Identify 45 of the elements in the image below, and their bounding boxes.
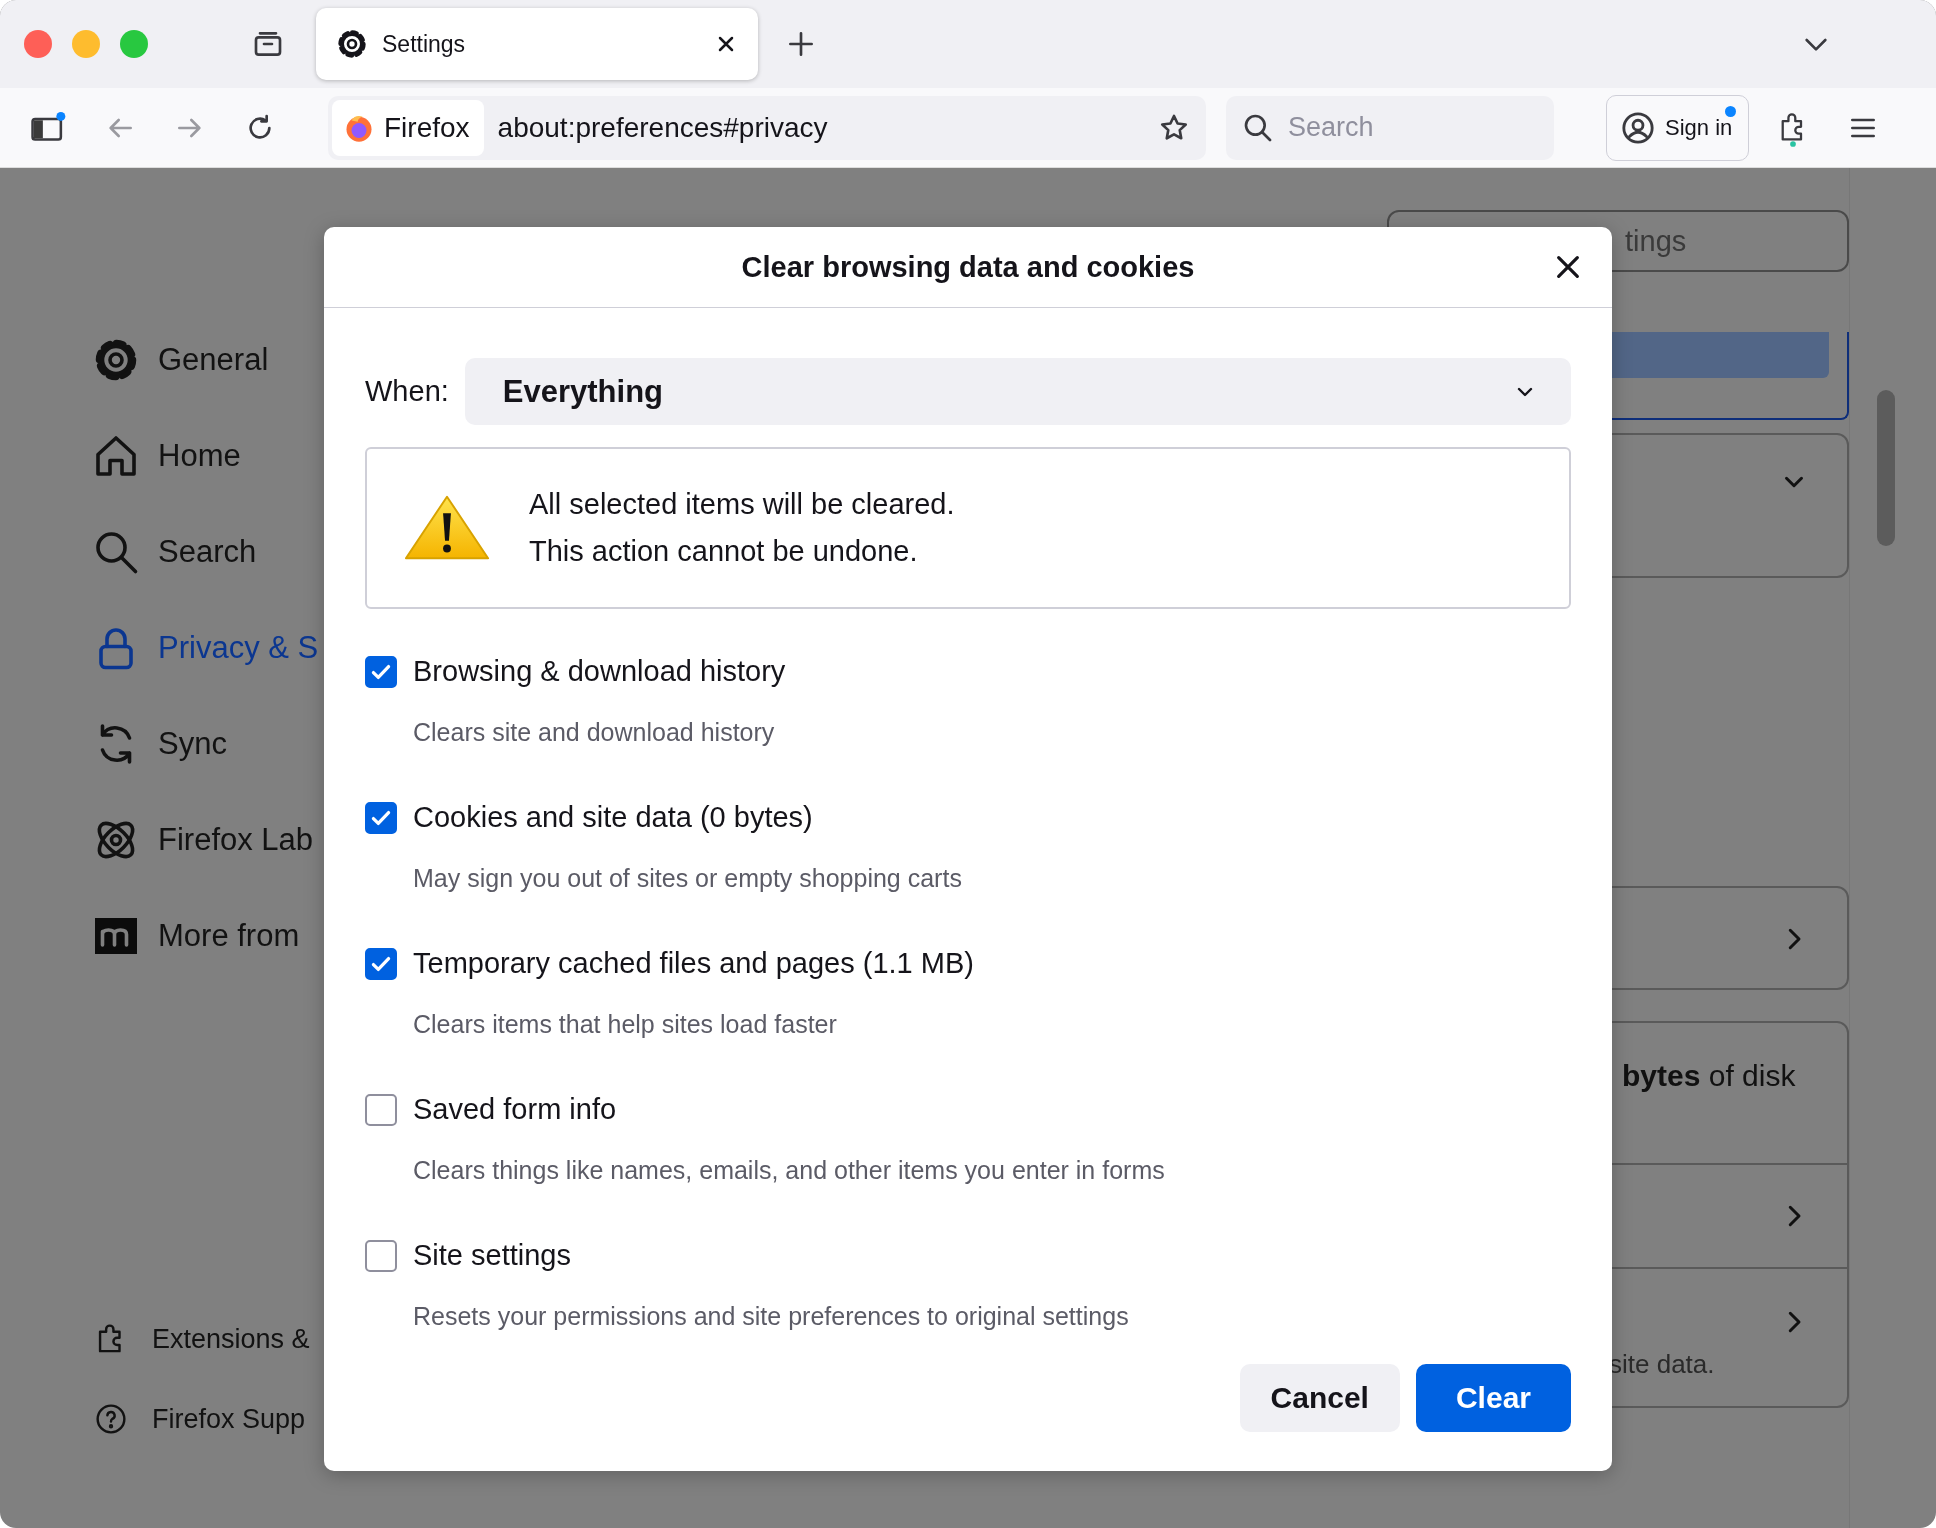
- identity-label: Firefox: [384, 111, 470, 144]
- sidebar-item[interactable]: Search: [0, 504, 324, 600]
- url-text: about:preferences#privacy: [497, 111, 829, 144]
- option-label[interactable]: Cookies and site data (0 bytes): [413, 801, 813, 834]
- sidebar-link[interactable]: Extensions &: [0, 1322, 324, 1356]
- notification-dot: [1725, 105, 1737, 117]
- sidebar-item[interactable]: More from: [0, 888, 324, 984]
- gear-icon: [336, 28, 368, 60]
- warning-text: All selected items will be cleared.: [529, 488, 955, 521]
- time-range-dropdown[interactable]: Everything: [464, 358, 1571, 425]
- checkbox[interactable]: [365, 801, 397, 834]
- dialog-title: Clear browsing data and cookies: [741, 250, 1195, 284]
- tab-title: Settings: [382, 30, 467, 58]
- scrollbar-thumb[interactable]: [1877, 390, 1895, 546]
- option-description: Clears items that help sites load faster: [412, 1010, 838, 1039]
- option-description: Clears things like names, emails, and other items you enter in forms: [412, 1156, 1166, 1185]
- checkbox[interactable]: [365, 947, 397, 980]
- browser-tab[interactable]: Settings: [316, 8, 758, 80]
- address-bar[interactable]: Firefox about:preferences#privacy: [328, 95, 1206, 160]
- sidebar-item[interactable]: Sync: [0, 696, 324, 792]
- option-label[interactable]: Temporary cached files and pages (1.1 MB): [413, 947, 974, 980]
- sign-in-button[interactable]: Sign in: [1606, 94, 1750, 161]
- option-label[interactable]: Browsing & download history: [413, 655, 786, 688]
- account-icon: [1621, 110, 1655, 145]
- sidebar-item[interactable]: General: [0, 312, 324, 408]
- option-description: May sign you out of sites or empty shopping carts: [412, 864, 963, 893]
- cancel-button[interactable]: Cancel: [1239, 1364, 1400, 1432]
- help-icon: [94, 1402, 128, 1436]
- sidebar-link[interactable]: Firefox Supp: [0, 1402, 324, 1436]
- sidebar-item[interactable]: Home: [0, 408, 324, 504]
- warning-text: This action cannot be undone.: [529, 535, 919, 568]
- identity-chip[interactable]: Firefox: [332, 99, 484, 156]
- checkbox[interactable]: [365, 1093, 397, 1126]
- option-description: Resets your permissions and site preferences to original settings: [412, 1302, 1130, 1331]
- checkbox[interactable]: [365, 655, 397, 688]
- checkbox[interactable]: [365, 1239, 397, 1272]
- storage-text: bytes of disk: [1622, 1059, 1796, 1092]
- sidebar-item[interactable]: Firefox Lab: [0, 792, 324, 888]
- option-label[interactable]: Site settings: [413, 1239, 571, 1272]
- when-label: When:: [365, 375, 449, 408]
- option-label[interactable]: Saved form info: [413, 1093, 617, 1126]
- option-description: Clears site and download history: [412, 718, 776, 747]
- search-field[interactable]: Search: [1226, 95, 1554, 160]
- clear-button[interactable]: Clear: [1415, 1364, 1571, 1432]
- close-window-button[interactable]: [24, 30, 52, 58]
